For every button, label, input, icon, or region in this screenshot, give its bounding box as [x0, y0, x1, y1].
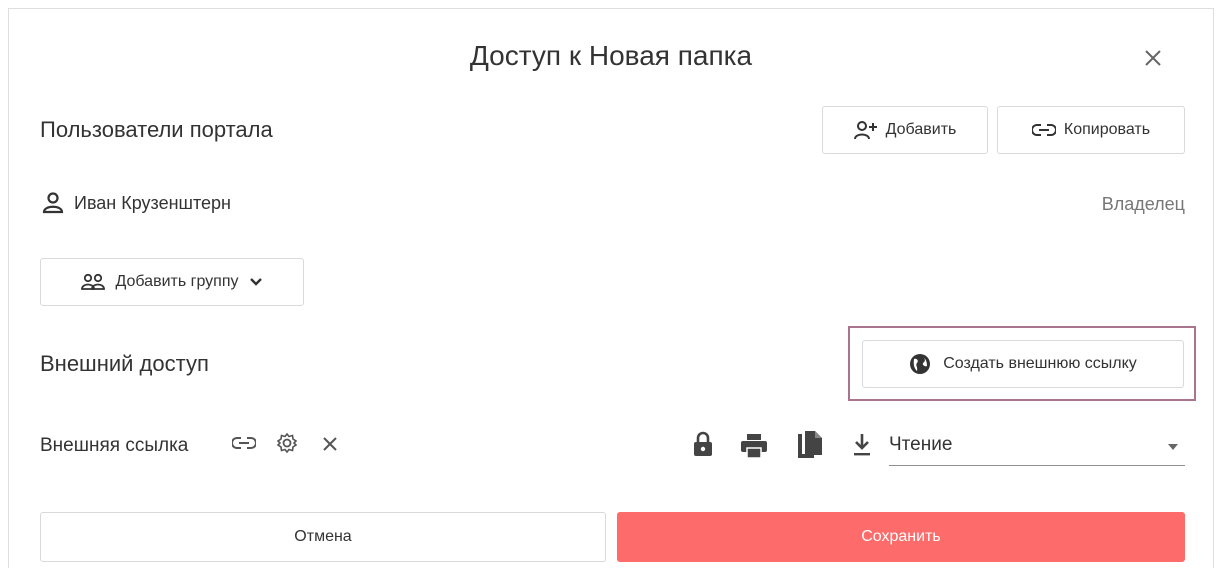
- copy-button[interactable]: Копировать: [997, 106, 1185, 154]
- remove-link-button[interactable]: [320, 434, 340, 459]
- permission-value: Чтение: [889, 434, 953, 455]
- close-icon: [1145, 50, 1161, 66]
- close-button[interactable]: [1140, 45, 1166, 71]
- add-user-icon: [853, 121, 877, 140]
- copy-toggle-button[interactable]: [797, 430, 823, 465]
- gear-icon: [276, 432, 298, 454]
- save-button[interactable]: Сохранить: [617, 512, 1185, 562]
- chevron-down-icon: [249, 278, 262, 286]
- group-icon: [81, 273, 106, 290]
- download-icon: [854, 434, 870, 456]
- user-name: Иван Крузенштерн: [74, 193, 231, 213]
- external-access-heading: Внешний доступ: [40, 351, 209, 376]
- copy-link-button[interactable]: [231, 436, 257, 455]
- external-link-label: Внешняя ссылка: [40, 435, 189, 456]
- print-icon: [741, 434, 767, 459]
- user-role: Владелец: [1101, 194, 1185, 214]
- portal-users-heading: Пользователи портала: [40, 117, 273, 142]
- link-settings-button[interactable]: [276, 432, 298, 459]
- dialog-title: Доступ к Новая папка: [469, 40, 753, 71]
- add-user-button[interactable]: Добавить: [822, 106, 988, 154]
- link-icon: [231, 437, 257, 449]
- close-icon: [323, 437, 337, 451]
- cancel-button[interactable]: Отмена: [40, 512, 606, 562]
- add-group-button[interactable]: Добавить группу: [40, 258, 304, 306]
- copy-button-label: Копировать: [1063, 121, 1151, 138]
- lock-icon: [694, 431, 712, 456]
- globe-icon: [910, 354, 931, 374]
- download-toggle-button[interactable]: [852, 432, 872, 463]
- add-group-label: Добавить группу: [115, 273, 239, 290]
- print-toggle-button[interactable]: [740, 433, 768, 464]
- create-external-link-button[interactable]: Создать внешнюю ссылку: [862, 340, 1184, 388]
- caret-down-icon: [1168, 444, 1178, 450]
- link-icon: [1031, 124, 1056, 136]
- add-user-button-label: Добавить: [885, 121, 957, 138]
- password-protect-button[interactable]: [693, 430, 713, 463]
- permission-select[interactable]: Чтение: [889, 430, 1185, 466]
- user-icon: [42, 192, 64, 214]
- create-external-link-label: Создать внешнюю ссылку: [943, 355, 1137, 372]
- copy-icon: [798, 431, 822, 458]
